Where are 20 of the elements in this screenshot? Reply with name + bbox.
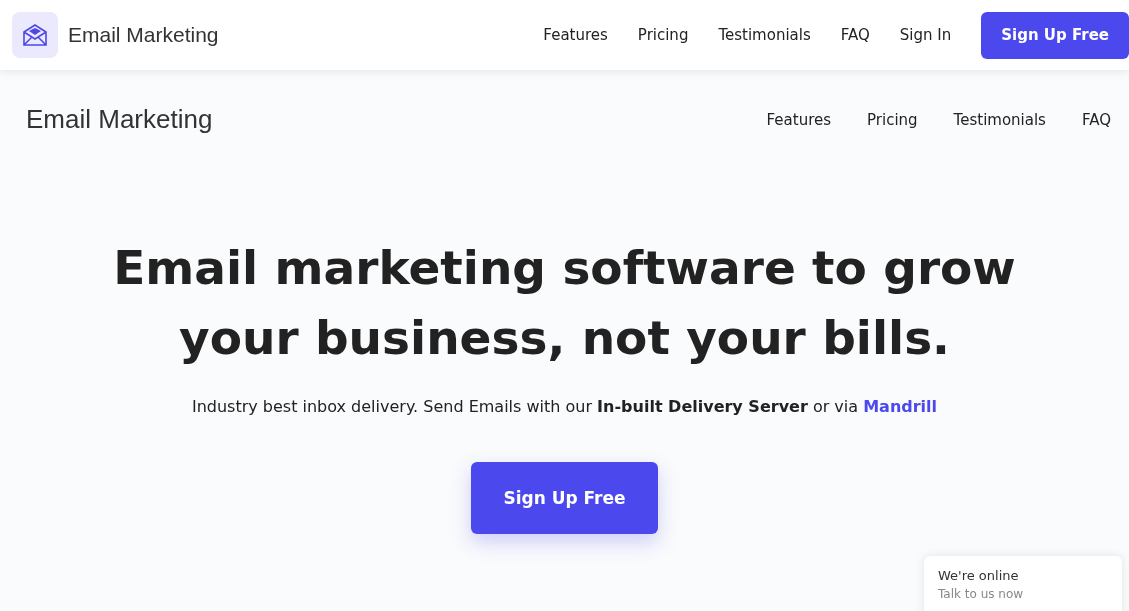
hero-headline: Email marketing software to grow your business, not your bills.: [112, 239, 1017, 367]
nav-link[interactable]: Pricing: [867, 110, 918, 129]
sign-up-button[interactable]: Sign Up Free: [471, 462, 658, 534]
envelope-logo-icon: [12, 12, 58, 58]
nav-link[interactable]: Testimonials: [953, 110, 1046, 129]
nav-link[interactable]: FAQ: [840, 26, 870, 44]
sign-up-button[interactable]: Sign Up Free: [981, 11, 1129, 59]
nav-link[interactable]: Testimonials: [718, 26, 811, 44]
mandrill-link[interactable]: Mandrill: [863, 397, 938, 416]
chat-subtitle: Talk to us now: [938, 587, 1025, 601]
nav-link[interactable]: Features: [766, 110, 832, 129]
nav-link[interactable]: FAQ: [1081, 110, 1111, 129]
hero-subtitle: Industry best inbox delivery. Send Emails with our In-built Delivery Server or via Mandrill: [191, 397, 938, 416]
chat-widget[interactable]: We're online Talk to us now: [924, 556, 1122, 611]
nav-link[interactable]: Features: [543, 26, 608, 44]
chat-title: We're online: [938, 568, 1020, 583]
brand-name: Email Marketing: [26, 104, 213, 135]
brand-name: Email Marketing: [68, 23, 219, 47]
nav-link[interactable]: Pricing: [637, 26, 689, 44]
nav-link[interactable]: Sign In: [899, 26, 952, 44]
